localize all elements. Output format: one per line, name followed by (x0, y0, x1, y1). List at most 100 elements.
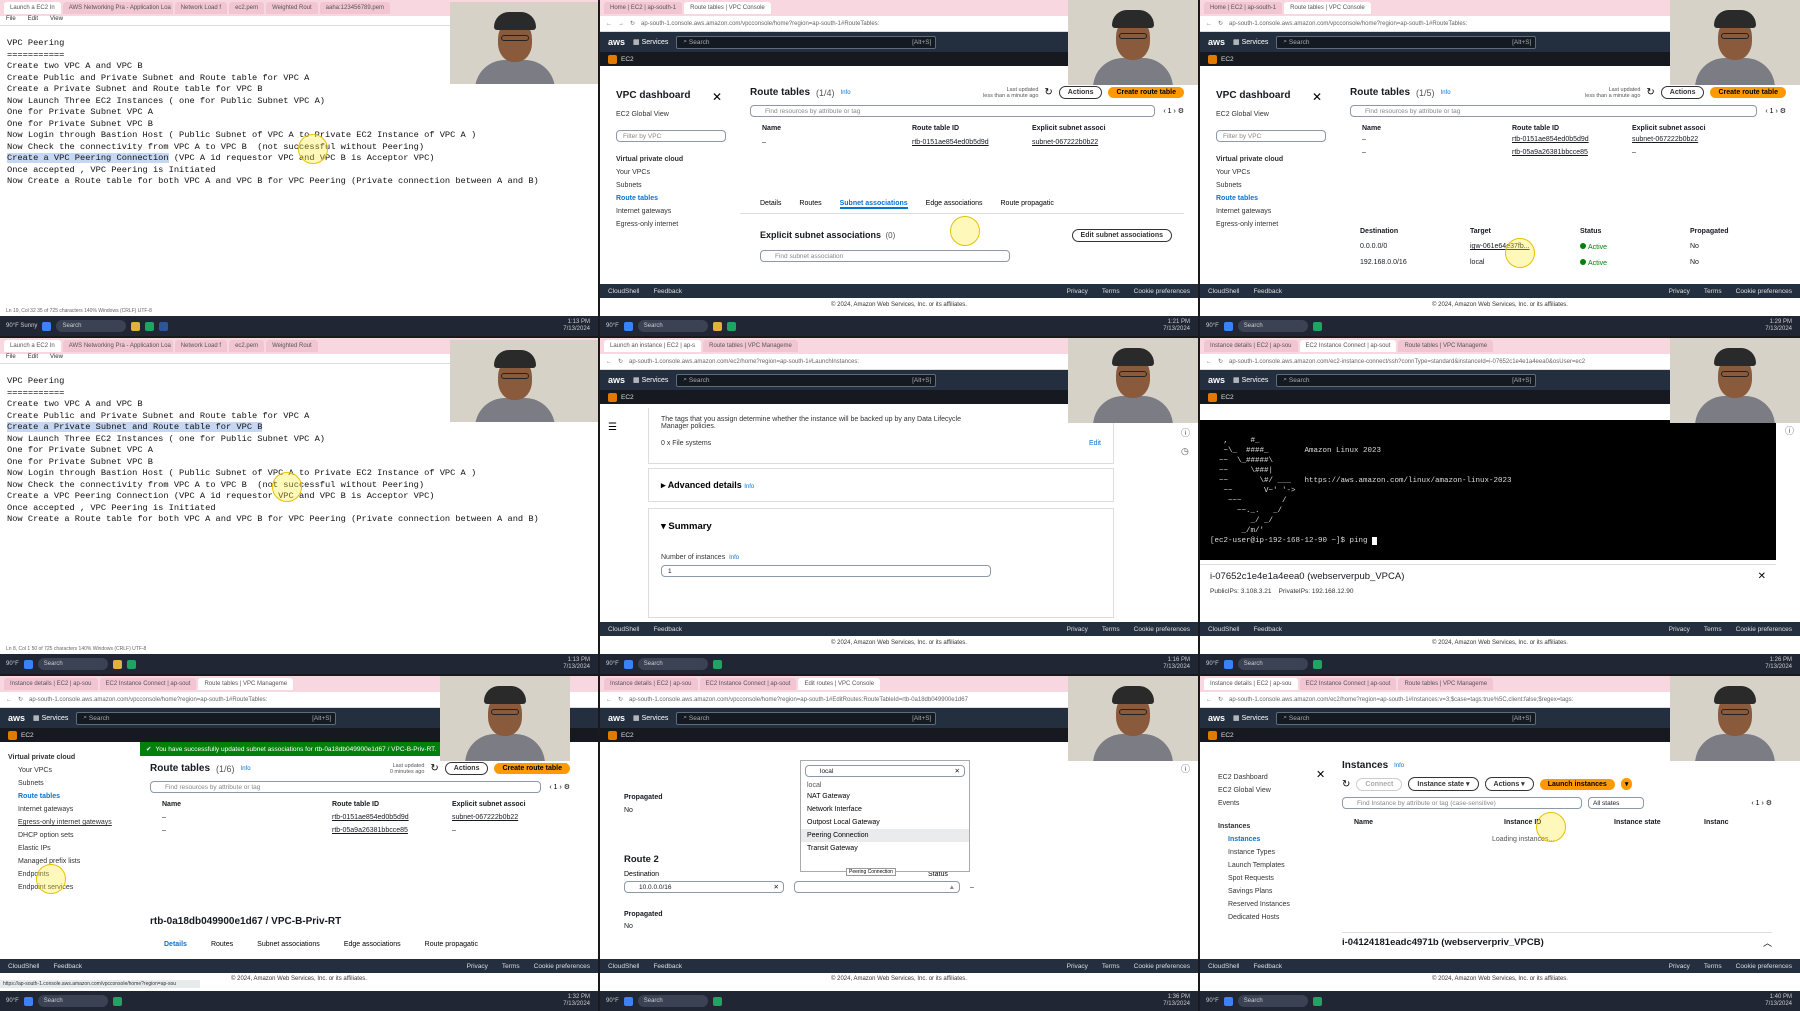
feedback-link[interactable]: Feedback (653, 288, 682, 295)
nav-savings-plans[interactable]: Savings Plans (1228, 888, 1328, 895)
aws-logo[interactable]: aws (608, 713, 625, 723)
back-icon[interactable]: ← (606, 697, 612, 703)
chrome-icon[interactable] (145, 321, 155, 331)
services-menu[interactable]: ▦ Services (633, 38, 668, 46)
find-resources-input[interactable]: Find resources by attribute or tag (1350, 105, 1758, 117)
col-route-table-id[interactable]: Route table ID (912, 125, 1022, 132)
filter-by-vpc-select[interactable]: Filter by VPC (1216, 130, 1326, 142)
aws-search-input[interactable]: ⌕ Search [Alt+S] (676, 35, 937, 49)
info-link[interactable]: Info (1441, 90, 1451, 96)
col-instance-type[interactable]: Instanc (1704, 819, 1729, 826)
nav-your-vpcs[interactable]: Your VPCs (1216, 169, 1326, 176)
nav-reserved-instances[interactable]: Reserved Instances (1228, 901, 1328, 908)
chrome-icon[interactable] (712, 996, 722, 1006)
refresh-icon[interactable]: ↻ (1646, 87, 1654, 98)
services-menu[interactable]: ▦ Services (1233, 376, 1268, 384)
nav-route-tables[interactable]: Route tables (616, 195, 726, 202)
tab-ec2-home[interactable]: Home | EC2 | ap-south-1 (604, 2, 683, 14)
col-target[interactable]: Target (1470, 228, 1570, 235)
clear-icon[interactable]: ✕ (955, 767, 960, 775)
taskbar-search[interactable]: Search (1237, 995, 1308, 1007)
tab-6[interactable]: aaha:123456789.pem (319, 2, 391, 14)
option-local[interactable]: local (801, 781, 969, 790)
table-row[interactable]: – rtb-05a9a26381bbcce85 – (1350, 149, 1786, 156)
terminal[interactable]: , #_ ~\_ ####_ Amazon Linux 2023 ~~ \_##… (1200, 420, 1776, 560)
cloudshell-link[interactable]: CloudShell (1208, 626, 1239, 633)
nav-internet-gateways[interactable]: Internet gateways (1216, 208, 1326, 215)
reload-icon[interactable]: ↻ (630, 20, 635, 27)
taskbar-search[interactable]: Search (1237, 658, 1308, 670)
feedback-link[interactable]: Feedback (53, 963, 82, 970)
tab-edge-associations[interactable]: Edge associations (926, 200, 983, 209)
nav-section-instances[interactable]: Instances (1218, 823, 1328, 830)
aws-logo[interactable]: aws (1208, 37, 1225, 47)
folder-icon[interactable] (712, 321, 722, 331)
chevron-up-icon[interactable]: ︿ (1763, 936, 1772, 949)
tab-4[interactable]: ec2.pem (229, 2, 265, 14)
launch-instances-button[interactable]: Launch instances (1539, 778, 1615, 790)
services-menu[interactable]: ▦ Services (33, 714, 68, 722)
tab-instance-details[interactable]: Instance details | EC2 | ap-sou (604, 678, 698, 690)
destination-input[interactable]: 10.0.0.0/16 ✕ (624, 881, 784, 893)
reload-icon[interactable]: ↻ (18, 696, 23, 703)
folder-icon[interactable] (112, 659, 122, 669)
col-destination[interactable]: Destination (1360, 228, 1460, 235)
col-explicit-subnet[interactable]: Explicit subnet associ (1032, 125, 1106, 132)
edit-link[interactable]: Edit (1089, 440, 1101, 447)
privacy-link[interactable]: Privacy (1067, 963, 1088, 970)
info-link[interactable]: Info (744, 484, 754, 490)
windows-start-icon[interactable] (623, 996, 633, 1006)
close-icon[interactable]: ✕ (1758, 571, 1766, 582)
nav-ec2-dashboard[interactable]: EC2 Dashboard (1218, 774, 1328, 781)
privacy-link[interactable]: Privacy (1669, 963, 1690, 970)
create-route-table-button[interactable]: Create route table (1710, 87, 1786, 98)
tab-details[interactable]: Details (760, 200, 781, 209)
col-name[interactable]: Name (762, 125, 902, 132)
ec2-global-view-link[interactable]: EC2 Global View (1216, 111, 1326, 118)
nav-section-header[interactable]: Virtual private cloud (8, 754, 134, 761)
option-peering-connection[interactable]: Peering Connection (801, 829, 969, 842)
back-icon[interactable]: ← (606, 21, 612, 27)
pagination[interactable]: ‹ 1 › ⚙ (1751, 799, 1772, 807)
cloudshell-link[interactable]: CloudShell (8, 963, 39, 970)
table-row[interactable]: – rtb-0151ae854ed0b5d9d subnet-067222b0b… (1350, 136, 1786, 143)
reload-icon[interactable]: ↻ (618, 696, 623, 703)
summary-title[interactable]: ▾ Summary (661, 521, 1101, 532)
taskbar-search[interactable]: Search (1237, 320, 1308, 332)
tab-route-propagation[interactable]: Route propagatic (425, 941, 478, 948)
tab-3[interactable]: Network Load f (174, 340, 228, 352)
windows-start-icon[interactable] (42, 321, 52, 331)
nav-internet-gateways[interactable]: Internet gateways (18, 806, 134, 813)
windows-start-icon[interactable] (1223, 996, 1233, 1006)
windows-start-icon[interactable] (23, 996, 33, 1006)
tab-4[interactable]: ec2.pem (229, 340, 265, 352)
table-row[interactable]: – rtb-05a9a26381bbcce85 – (150, 827, 570, 834)
terms-link[interactable]: Terms (1704, 626, 1722, 633)
refresh-icon[interactable]: ↻ (1342, 779, 1350, 790)
tab-instance-connect[interactable]: EC2 Instance Connect | ap-sout (699, 678, 797, 690)
find-subnet-association-input[interactable]: Find subnet association (760, 250, 1010, 262)
forward-icon[interactable]: → (618, 21, 624, 27)
tab-routes[interactable]: Routes (211, 941, 233, 948)
info-circle-icon[interactable]: ⓘ (1181, 424, 1190, 442)
word-icon[interactable] (159, 321, 169, 331)
nav-egress-only[interactable]: Egress-only internet (1216, 221, 1326, 228)
nav-egress-only[interactable]: Egress-only internet gateways (18, 819, 134, 826)
folder-icon[interactable] (131, 321, 141, 331)
taskbar-search[interactable]: Search (637, 658, 708, 670)
filter-by-vpc-select[interactable]: Filter by VPC (616, 130, 726, 142)
tab-subnet-associations[interactable]: Subnet associations (257, 941, 320, 948)
nav-endpoint-services[interactable]: Endpoint services (18, 884, 134, 891)
actions-button[interactable]: Actions (444, 762, 489, 775)
number-of-instances-input[interactable]: 1 (661, 565, 991, 577)
tab-5[interactable]: Weighted Rout (266, 340, 318, 352)
terms-link[interactable]: Terms (1102, 288, 1120, 295)
privacy-link[interactable]: Privacy (1669, 626, 1690, 633)
nav-section-header[interactable]: Virtual private cloud (616, 156, 726, 163)
menu-file[interactable]: File (6, 16, 16, 25)
table-row[interactable]: – rtb-0151ae854ed0b5d9d subnet-067222b0b… (150, 814, 570, 821)
nav-ec2-global-view[interactable]: EC2 Global View (1218, 787, 1328, 794)
tab-routes[interactable]: Routes (799, 200, 821, 209)
option-nat-gateway[interactable]: NAT Gateway (801, 790, 969, 803)
cookie-link[interactable]: Cookie preferences (1134, 626, 1190, 633)
